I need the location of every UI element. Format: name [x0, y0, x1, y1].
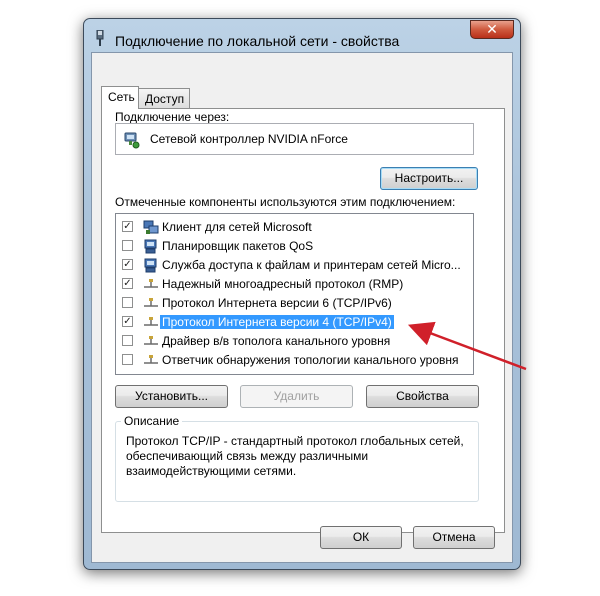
component-label: Планировщик пакетов QoS — [162, 239, 314, 253]
configure-button[interactable]: Настроить... — [380, 167, 478, 190]
components-label: Отмеченные компоненты используются этим … — [115, 195, 456, 209]
close-button[interactable]: ✕ — [470, 20, 514, 39]
connect-via-label: Подключение через: — [115, 110, 230, 124]
cancel-button[interactable]: Отмена — [413, 526, 495, 549]
network-adapter-icon — [124, 132, 140, 149]
list-item[interactable]: Ответчик обнаружения топологии канальног… — [116, 351, 473, 370]
component-label: Надежный многоадресный протокол (RMP) — [162, 277, 404, 291]
component-checkbox[interactable]: ✓ — [122, 316, 133, 327]
component-checkbox[interactable]: ✓ — [122, 278, 133, 289]
tab-network[interactable]: Сеть — [101, 86, 139, 109]
title-bar[interactable]: Подключение по локальной сети - свойства… — [84, 19, 520, 53]
component-checkbox[interactable]: ✓ — [122, 259, 133, 270]
adapter-field: Сетевой контроллер NVIDIA nForce — [115, 123, 474, 155]
list-item[interactable]: Драйвер в/в тополога канального уровня — [116, 332, 473, 351]
component-checkbox[interactable] — [122, 354, 133, 365]
component-label: Клиент для сетей Microsoft — [162, 220, 312, 234]
list-item[interactable]: Протокол Интернета версии 6 (TCP/IPv6) — [116, 294, 473, 313]
protocol-icon — [144, 279, 158, 288]
network-connection-icon — [96, 30, 104, 46]
protocol-icon — [144, 317, 158, 326]
description-text: Протокол TCP/IP - стандартный протокол г… — [126, 434, 464, 478]
list-item-selected[interactable]: ✓ Протокол Интернета версии 4 (TCP/IPv4) — [116, 313, 473, 332]
window-title: Подключение по локальной сети - свойства — [115, 33, 400, 49]
components-list[interactable]: ✓ Клиент для сетей Microsoft Планировщик… — [115, 213, 474, 375]
component-label: Ответчик обнаружения топологии канальног… — [162, 353, 459, 367]
protocol-icon — [144, 355, 158, 364]
component-checkbox[interactable]: ✓ — [122, 221, 133, 232]
properties-button[interactable]: Свойства — [366, 385, 479, 408]
install-button[interactable]: Установить... — [115, 385, 228, 408]
protocol-icon — [144, 298, 158, 307]
list-item[interactable]: ✓ Надежный многоадресный протокол (RMP) — [116, 275, 473, 294]
component-label: Служба доступа к файлам и принтерам сете… — [162, 258, 461, 272]
component-label: Драйвер в/в тополога канального уровня — [162, 334, 391, 348]
adapter-name: Сетевой контроллер NVIDIA nForce — [150, 132, 348, 146]
network-service-icon — [144, 258, 157, 273]
list-item[interactable]: Планировщик пакетов QoS — [116, 237, 473, 256]
remove-button[interactable]: Удалить — [240, 385, 353, 408]
component-label: Протокол Интернета версии 6 (TCP/IPv6) — [162, 296, 392, 310]
ok-button[interactable]: ОК — [320, 526, 402, 549]
protocol-icon — [144, 336, 158, 345]
component-checkbox[interactable] — [122, 240, 133, 251]
description-title: Описание — [121, 414, 183, 428]
network-service-icon — [144, 239, 157, 254]
close-icon: ✕ — [486, 21, 498, 37]
component-checkbox[interactable] — [122, 335, 133, 346]
tab-sharing-label: Доступ — [145, 92, 185, 106]
component-checkbox[interactable] — [122, 297, 133, 308]
tab-sharing[interactable]: Доступ — [138, 88, 190, 109]
list-item[interactable]: ✓ Клиент для сетей Microsoft — [116, 218, 473, 237]
component-label: Протокол Интернета версии 4 (TCP/IPv4) — [160, 315, 394, 329]
tab-network-label: Сеть — [108, 90, 135, 104]
list-item[interactable]: ✓ Служба доступа к файлам и принтерам се… — [116, 256, 473, 275]
network-client-icon — [143, 220, 159, 234]
